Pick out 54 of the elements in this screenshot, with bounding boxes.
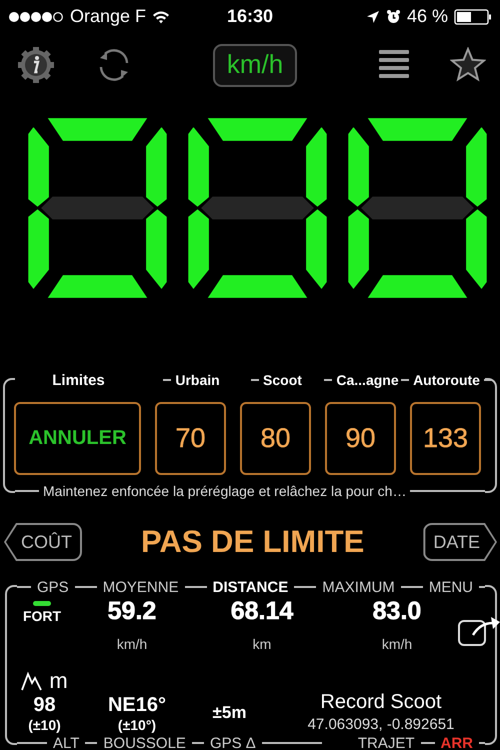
preset-label: Scoot — [263, 372, 302, 388]
clock-time: 16:30 — [226, 6, 274, 27]
location-arrow-icon — [366, 10, 380, 24]
section-label: BOUSSOLE — [102, 734, 187, 750]
metric-unit: km — [252, 636, 272, 652]
gps-strength: FORT — [22, 608, 62, 624]
alarm-clock-icon — [386, 9, 401, 24]
altitude-accuracy: (±10) — [28, 717, 61, 733]
speed-limit-preset-button[interactable]: 133 — [410, 402, 481, 475]
share-icon[interactable] — [457, 615, 500, 647]
metric-value: 68.14 — [230, 597, 294, 626]
menu-icon[interactable] — [378, 50, 409, 80]
altitude-value: 98 — [33, 694, 56, 717]
section-label: ALT — [52, 734, 80, 750]
unit-toggle-button[interactable]: km/h — [212, 44, 298, 86]
battery-icon — [454, 8, 492, 24]
speed-limit-status: PAS DE LIMITE — [141, 524, 364, 560]
speed-limit-preset-button[interactable]: 70 — [155, 402, 226, 475]
altitude-unit: m — [49, 668, 68, 694]
column-label: MENU — [428, 578, 474, 596]
date-button[interactable]: DATE — [425, 525, 495, 559]
battery-percentage: 46 % — [406, 6, 448, 27]
trip-name: Record Scoot — [320, 691, 442, 714]
gps-coordinates: 47.063093, -0.892651 — [308, 716, 454, 733]
wifi-icon — [152, 10, 170, 24]
limits-title: Limites — [52, 372, 105, 388]
metric-unit: km/h — [382, 636, 412, 652]
metric-unit: km/h — [116, 636, 148, 652]
preset-label: Autoroute — [413, 372, 480, 388]
mountain-icon — [21, 671, 44, 691]
column-label: MAXIMUM — [321, 578, 396, 596]
preset-label: Urbain — [175, 372, 220, 388]
cost-button[interactable]: COÛT — [6, 525, 80, 559]
alert-label: ARR — [440, 734, 474, 750]
compass-heading: NE16° — [108, 694, 166, 717]
column-label: DISTANCE — [212, 578, 290, 596]
hint-text: Maintenez enfoncée la préréglage et relâchez la pour ch… — [42, 483, 408, 499]
carrier-name: Orange F — [70, 6, 146, 27]
star-icon[interactable] — [450, 47, 486, 83]
metric-value: 83.0 — [372, 597, 422, 626]
preset-label: Ca...agne — [336, 372, 399, 388]
compass-accuracy: (±10°) — [118, 717, 156, 733]
metric-value: 59.2 — [108, 597, 156, 626]
speed-limit-preset-button[interactable]: 90 — [325, 402, 396, 475]
speed-limit-preset-button[interactable]: 80 — [240, 402, 311, 475]
signal-strength-icon — [8, 10, 64, 22]
cancel-button[interactable]: ANNULER — [14, 402, 141, 475]
gps-accuracy: ±5m — [212, 703, 246, 723]
column-label: GPS — [36, 578, 70, 596]
gps-signal-indicator — [33, 601, 51, 606]
info-gear-icon[interactable] — [16, 45, 56, 85]
section-label: TRAJET — [356, 734, 416, 750]
section-label: GPS Δ — [208, 734, 257, 750]
column-label: MOYENNE — [102, 578, 180, 596]
